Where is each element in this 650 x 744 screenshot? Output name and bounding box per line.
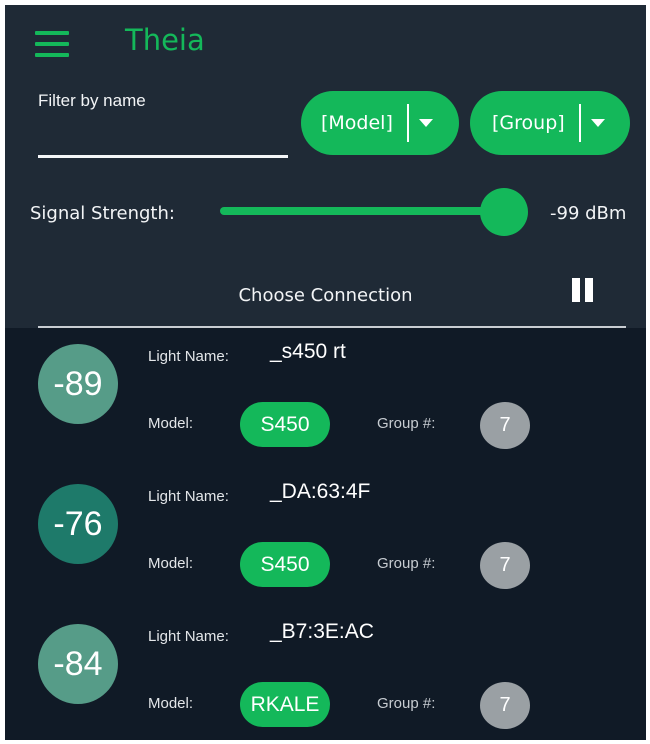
group-label: Group #:: [377, 415, 436, 432]
model-chip: S450: [240, 402, 330, 447]
model-dropdown-label: [Model]: [321, 112, 393, 134]
signal-strength-slider-track[interactable]: [220, 207, 510, 215]
group-chip: 7: [480, 682, 530, 729]
model-label: Model:: [148, 695, 194, 712]
rssi-badge: -89: [38, 344, 118, 424]
group-label: Group #:: [377, 555, 436, 572]
connection-row-1[interactable]: -89 Light Name: _s450 rt Model: S450 Gro…: [5, 328, 646, 468]
app-screen: Theia Filter by name [Model] [Group] Sig…: [5, 5, 646, 740]
model-chip: RKALE: [240, 682, 330, 727]
model-label: Model:: [148, 415, 194, 432]
caret-down-icon: [590, 119, 605, 127]
model-chip: S450: [240, 542, 330, 587]
group-dropdown-label: [Group]: [492, 112, 565, 134]
rssi-badge: -76: [38, 484, 118, 564]
caret-down-icon: [418, 119, 433, 127]
light-name-value: _DA:63:4F: [270, 480, 371, 503]
hamburger-menu-icon[interactable]: [35, 31, 69, 57]
connection-list: -89 Light Name: _s450 rt Model: S450 Gro…: [5, 328, 646, 740]
filter-label: Filter by name: [38, 91, 146, 110]
signal-strength-label: Signal Strength:: [30, 203, 175, 224]
model-label: Model:: [148, 555, 194, 572]
dropdown-separator: [406, 104, 409, 142]
app-title: Theia: [125, 23, 205, 57]
dropdown-separator: [578, 104, 581, 142]
light-name-value: _B7:3E:AC: [270, 620, 374, 643]
connection-row-2[interactable]: -76 Light Name: _DA:63:4F Model: S450 Gr…: [5, 468, 646, 608]
filter-name-input[interactable]: [38, 115, 288, 158]
light-name-label: Light Name:: [148, 628, 229, 645]
light-name-label: Light Name:: [148, 488, 229, 505]
group-chip: 7: [480, 542, 530, 589]
group-chip: 7: [480, 402, 530, 449]
pause-icon[interactable]: [570, 278, 596, 302]
light-name-label: Light Name:: [148, 348, 229, 365]
choose-connection-title: Choose Connection: [238, 285, 413, 306]
signal-strength-slider-thumb[interactable]: [480, 188, 529, 236]
top-app-bar: Theia: [5, 5, 646, 80]
group-dropdown[interactable]: [Group]: [470, 91, 630, 155]
model-dropdown[interactable]: [Model]: [301, 91, 459, 155]
signal-strength-value: -99 dBm: [550, 203, 627, 224]
light-name-value: _s450 rt: [270, 340, 346, 363]
group-label: Group #:: [377, 695, 436, 712]
rssi-badge: -84: [38, 624, 118, 704]
connection-row-3[interactable]: -84 Light Name: _B7:3E:AC Model: RKALE G…: [5, 608, 646, 740]
